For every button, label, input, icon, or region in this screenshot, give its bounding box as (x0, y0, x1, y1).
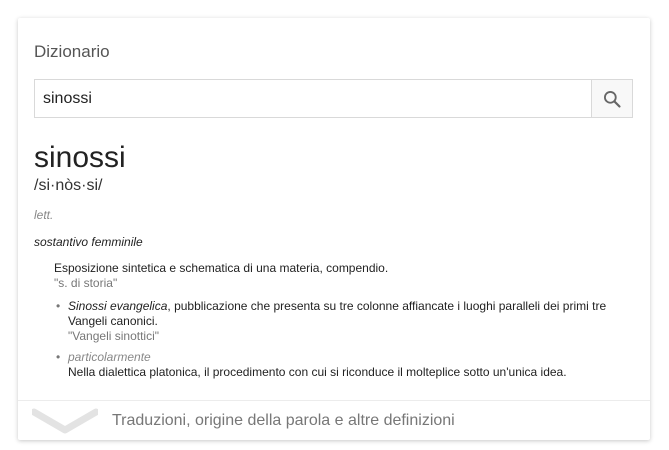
search-button[interactable] (591, 80, 632, 117)
part-of-speech: sostantivo femminile (34, 235, 143, 249)
search-input[interactable] (35, 80, 591, 117)
phonetic-transcription: /si·nòs·si/ (34, 177, 103, 194)
subdefinition-term: Sinossi evangelica (68, 299, 168, 313)
definition-text: Esposizione sintetica e schematica di un… (54, 261, 389, 275)
subdefinition-example: "Vangeli sinottici" (68, 329, 160, 343)
more-definitions-label: Traduzioni, origine della parola e altre… (112, 412, 455, 429)
subdefinition-item: • Sinossi evangelica, pubblicazione che … (54, 299, 639, 344)
subdefinition-item: • particolarmente Nella dialettica plato… (54, 350, 639, 380)
search-icon (604, 90, 621, 108)
definition-example: "s. di storia" (54, 276, 118, 290)
more-definitions-toggle[interactable]: Traduzioni, origine della parola e altre… (18, 400, 650, 440)
headword: sinossi (34, 141, 126, 174)
subdefinition-text: Nella dialettica platonica, il procedime… (68, 365, 567, 379)
bullet: • (56, 350, 61, 364)
definition-main: Esposizione sintetica e schematica di un… (54, 261, 639, 291)
register-label: lett. (34, 208, 54, 222)
subdefinition-list: • Sinossi evangelica, pubblicazione che … (54, 299, 639, 380)
definitions: Esposizione sintetica e schematica di un… (54, 261, 639, 386)
search-box (34, 79, 633, 118)
card-title: Dizionario (34, 42, 110, 61)
dictionary-card: Dizionario sinossi /si·nòs·si/ lett. sos… (18, 18, 650, 440)
chevron-down-icon (32, 408, 98, 434)
subdefinition-label: particolarmente (68, 350, 151, 364)
bullet: • (56, 299, 61, 313)
